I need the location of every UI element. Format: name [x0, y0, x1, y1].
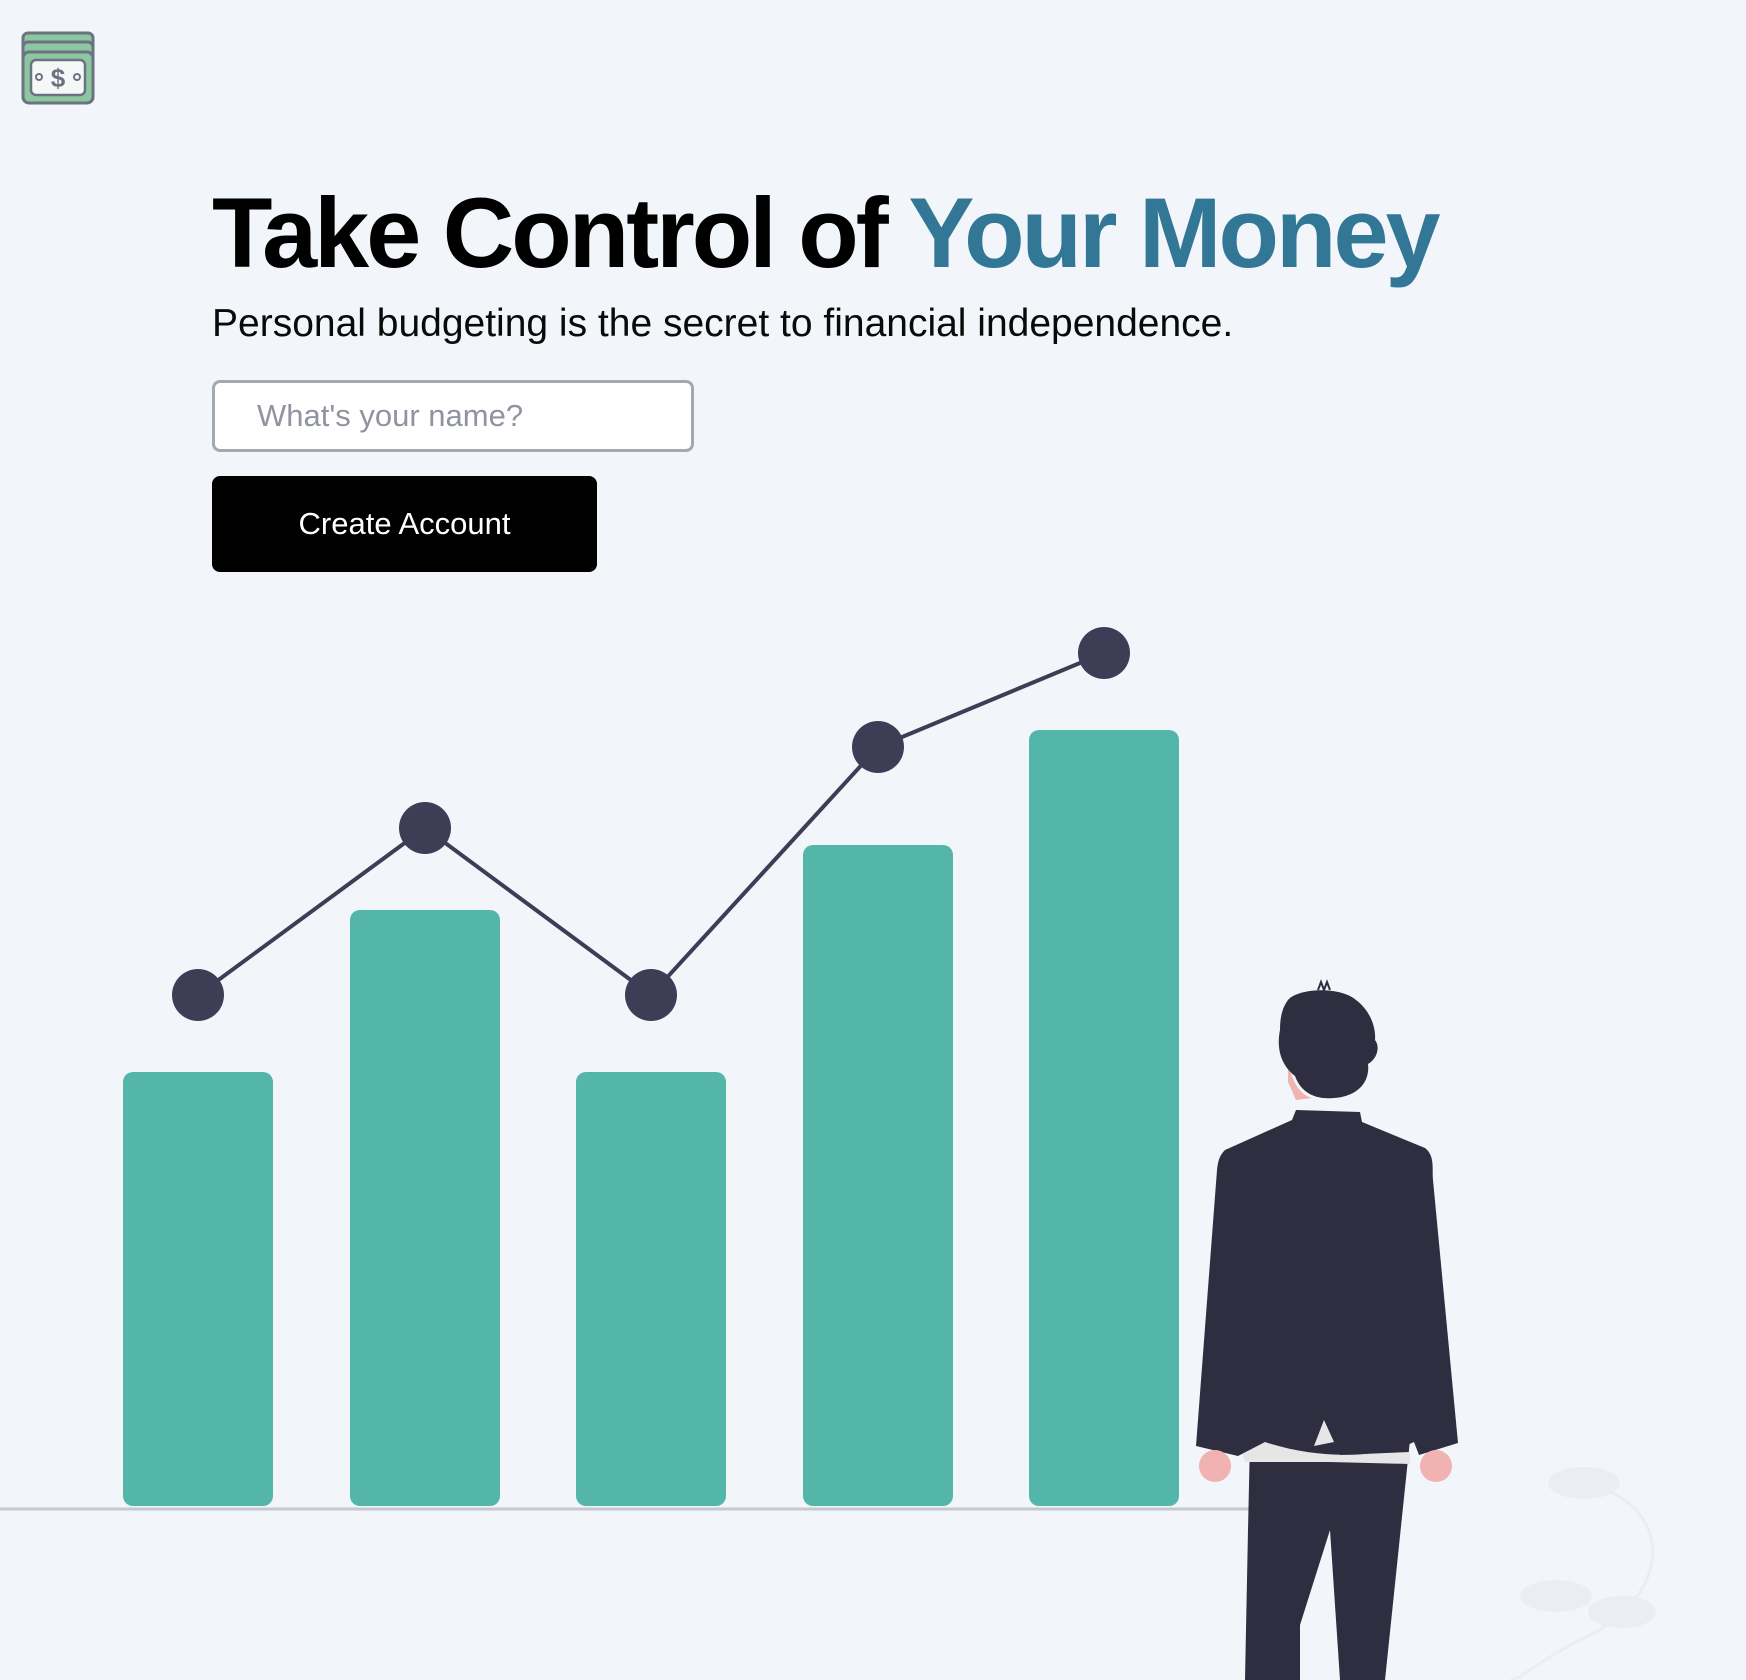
title-accent: Your Money: [908, 177, 1440, 288]
trend-point-1: [172, 969, 224, 1021]
page-subtitle: Personal budgeting is the secret to fina…: [212, 302, 1234, 345]
bar-4: [803, 845, 953, 1506]
trend-point-2: [399, 802, 451, 854]
trend-point-5: [1078, 627, 1130, 679]
trend-line: [196, 651, 1105, 998]
title-plain: Take Control of: [212, 177, 909, 288]
name-input[interactable]: [212, 380, 694, 452]
svg-text:$: $: [51, 63, 66, 93]
bar-2: [350, 910, 500, 1506]
bar-1: [123, 1072, 273, 1506]
page-title: Take Control of Your Money: [212, 178, 1612, 288]
growth-chart-illustration: [0, 627, 1656, 1680]
bar-5: [1029, 730, 1179, 1506]
cash-stack-icon: $: [21, 31, 95, 105]
bar-3: [576, 1072, 726, 1506]
hero-section: Take Control of Your Money Personal budg…: [212, 178, 1612, 348]
trend-point-4: [852, 721, 904, 773]
trend-point-3: [625, 969, 677, 1021]
person-figure: [1196, 979, 1458, 1680]
create-account-button[interactable]: Create Account: [212, 476, 597, 572]
plant-decoration: [1509, 1467, 1656, 1680]
